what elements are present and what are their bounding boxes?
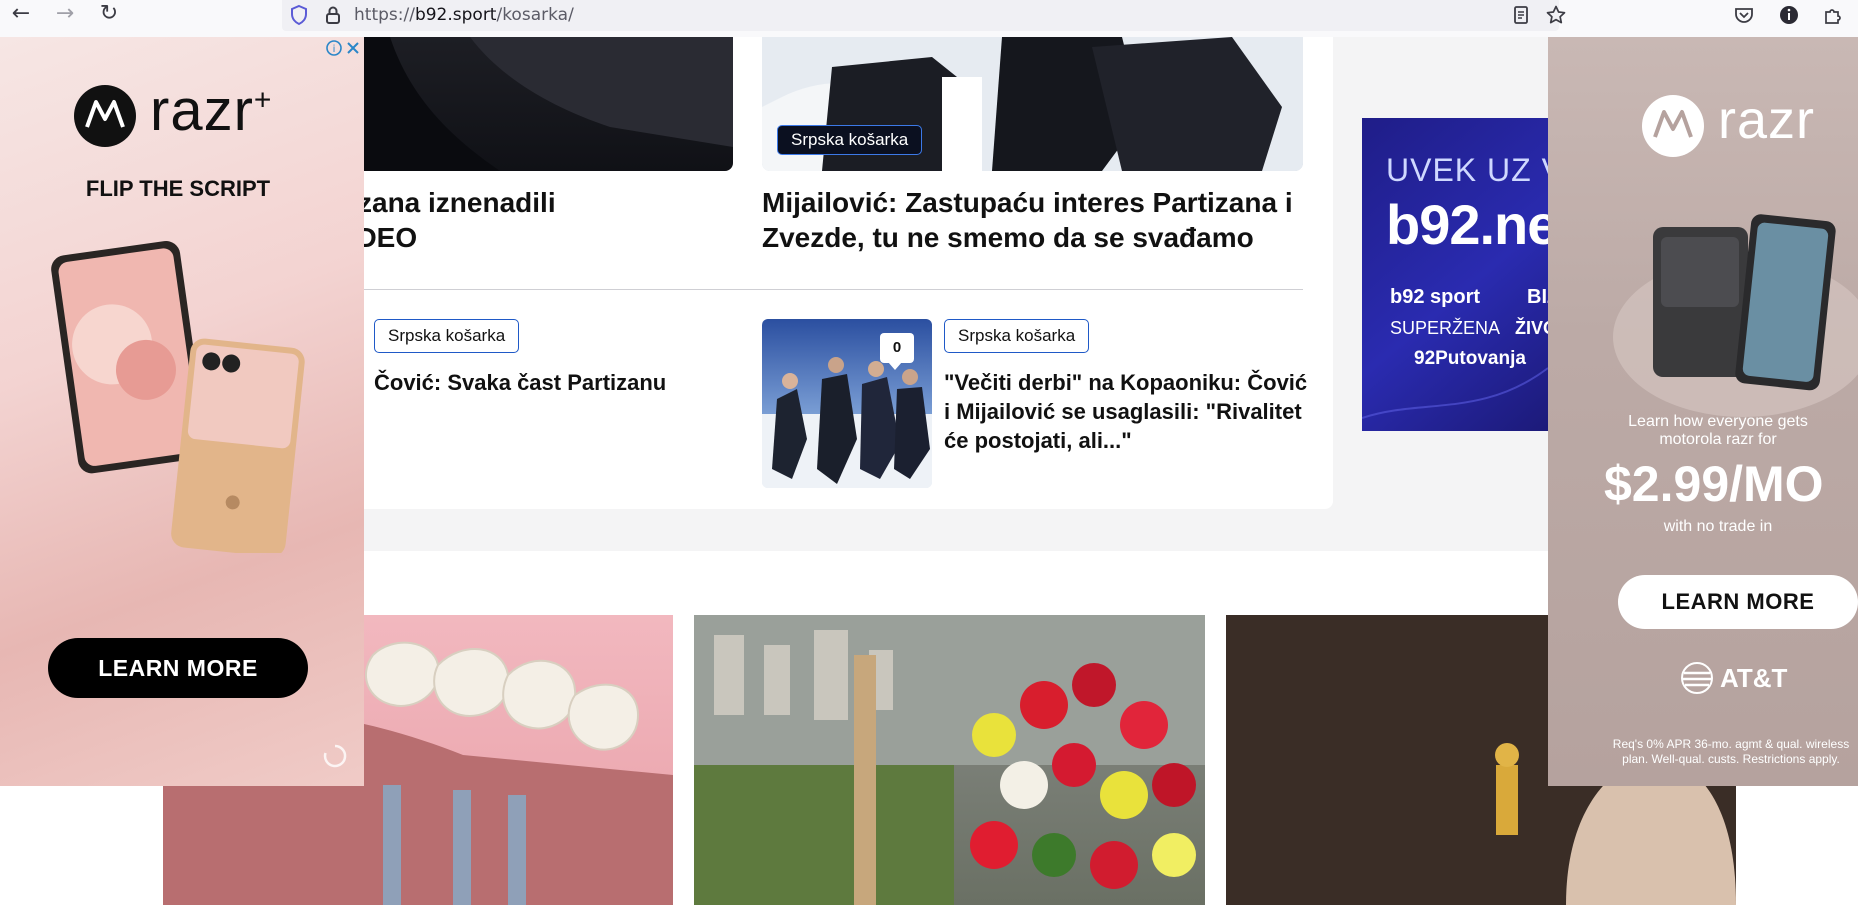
tracking-shield-icon[interactable]	[288, 4, 310, 26]
motorola-ad-left[interactable]: i razr+ FLIP THE SCRIPT LEARN MORE	[0, 37, 364, 786]
b92-link-sport[interactable]: b92 sport	[1390, 286, 1480, 309]
svg-text:i: i	[333, 44, 336, 55]
b92-swoosh-decoration	[1362, 367, 1548, 419]
forward-icon[interactable]: →	[52, 2, 78, 28]
ad-body-text: Learn how everyone gets motorola razr fo…	[1628, 413, 1808, 448]
url-prefix: https://	[354, 5, 415, 25]
article-title-top-right[interactable]: Mijailović: Zastupaću interes Partizana …	[762, 185, 1317, 255]
url-text[interactable]: https://b92.sport/kosarka/	[354, 5, 574, 25]
ad-choices-icon[interactable]: i	[326, 39, 362, 57]
brand-plus: +	[253, 83, 273, 117]
divider	[350, 289, 765, 290]
ad-price: $2.99/MO	[1604, 456, 1824, 512]
article-thumbnail[interactable]: 0	[762, 319, 932, 488]
motorola-logo-icon	[74, 85, 136, 147]
category-badge[interactable]: Srpska košarka	[374, 319, 520, 353]
extension-info-icon[interactable]	[1778, 4, 1800, 26]
att-globe-icon	[1681, 662, 1713, 694]
razr-phone-image	[51, 240, 305, 553]
learn-more-button[interactable]: LEARN MORE	[1618, 575, 1858, 629]
reader-view-icon[interactable]	[1510, 4, 1532, 26]
article-title-mid-right[interactable]: "Večiti derbi" na Kopaoniku: Čović i Mij…	[944, 368, 1314, 455]
article-card: Srpska košarka rtizana iznenadili VIDEO …	[330, 37, 1333, 509]
motorola-logo-icon	[1642, 95, 1704, 157]
b92-logo: b92.ne	[1386, 193, 1548, 256]
ad-tagline: FLIP THE SCRIPT	[85, 176, 271, 201]
b92-slogan: UVEK UZ VA	[1386, 152, 1548, 188]
pocket-icon[interactable]	[1733, 4, 1755, 26]
category-badge[interactable]: Srpska košarka	[777, 125, 923, 155]
back-icon[interactable]: ←	[8, 2, 34, 28]
extensions-puzzle-icon[interactable]	[1822, 4, 1844, 26]
lock-icon[interactable]	[322, 4, 344, 26]
learn-more-button[interactable]: LEARN MORE	[48, 638, 308, 698]
url-path: /kosarka/	[496, 5, 574, 25]
ad-brand: razr	[1718, 90, 1815, 150]
b92-link-zivot[interactable]: ŽIVO	[1515, 318, 1548, 339]
ad-legal-text: Req's 0% APR 36-mo. agmt & qual. wireles…	[1612, 737, 1850, 766]
brand-text: razr	[150, 78, 254, 143]
article-image-funeral[interactable]	[694, 615, 1205, 905]
b92-link-biz[interactable]: BIZ	[1527, 286, 1548, 309]
article-image-top-right[interactable]: Srpska košarka	[762, 37, 1303, 171]
suit-figure-image	[350, 37, 733, 171]
comment-count-badge[interactable]: 0	[880, 333, 914, 370]
razr-phone-image	[1613, 214, 1858, 417]
bookmark-star-icon[interactable]	[1545, 4, 1567, 26]
ad-carrier: AT&T	[1720, 663, 1788, 693]
b92-network-ad[interactable]: UVEK UZ VA b92.ne b92 sport BIZ SUPERŽEN…	[1362, 118, 1548, 431]
article-title-top-left[interactable]: rtizana iznenadili VIDEO	[330, 185, 730, 255]
article-image-top-left[interactable]	[350, 37, 733, 171]
flowers-cemetery-image	[694, 615, 1205, 905]
ad-subtext: with no trade in	[1663, 518, 1773, 535]
address-bar[interactable]: https://b92.sport/kosarka/	[282, 0, 1566, 31]
browser-toolbar: ← → ↻ https://b92.sport/kosarka/	[0, 0, 1858, 37]
motorola-ad-right[interactable]: razr Learn how everyone gets motorola ra…	[1548, 37, 1858, 786]
ad-brand: razr+	[150, 77, 272, 144]
loading-spinner-icon	[323, 744, 347, 768]
b92-link-superzena[interactable]: SUPERŽENA	[1390, 318, 1500, 339]
divider	[762, 289, 1303, 290]
article-title-mid-left[interactable]: Čović: Svaka čast Partizanu	[374, 368, 734, 397]
reload-icon[interactable]: ↻	[96, 2, 122, 28]
category-badge[interactable]: Srpska košarka	[944, 319, 1090, 353]
url-host: b92.sport	[414, 5, 497, 25]
